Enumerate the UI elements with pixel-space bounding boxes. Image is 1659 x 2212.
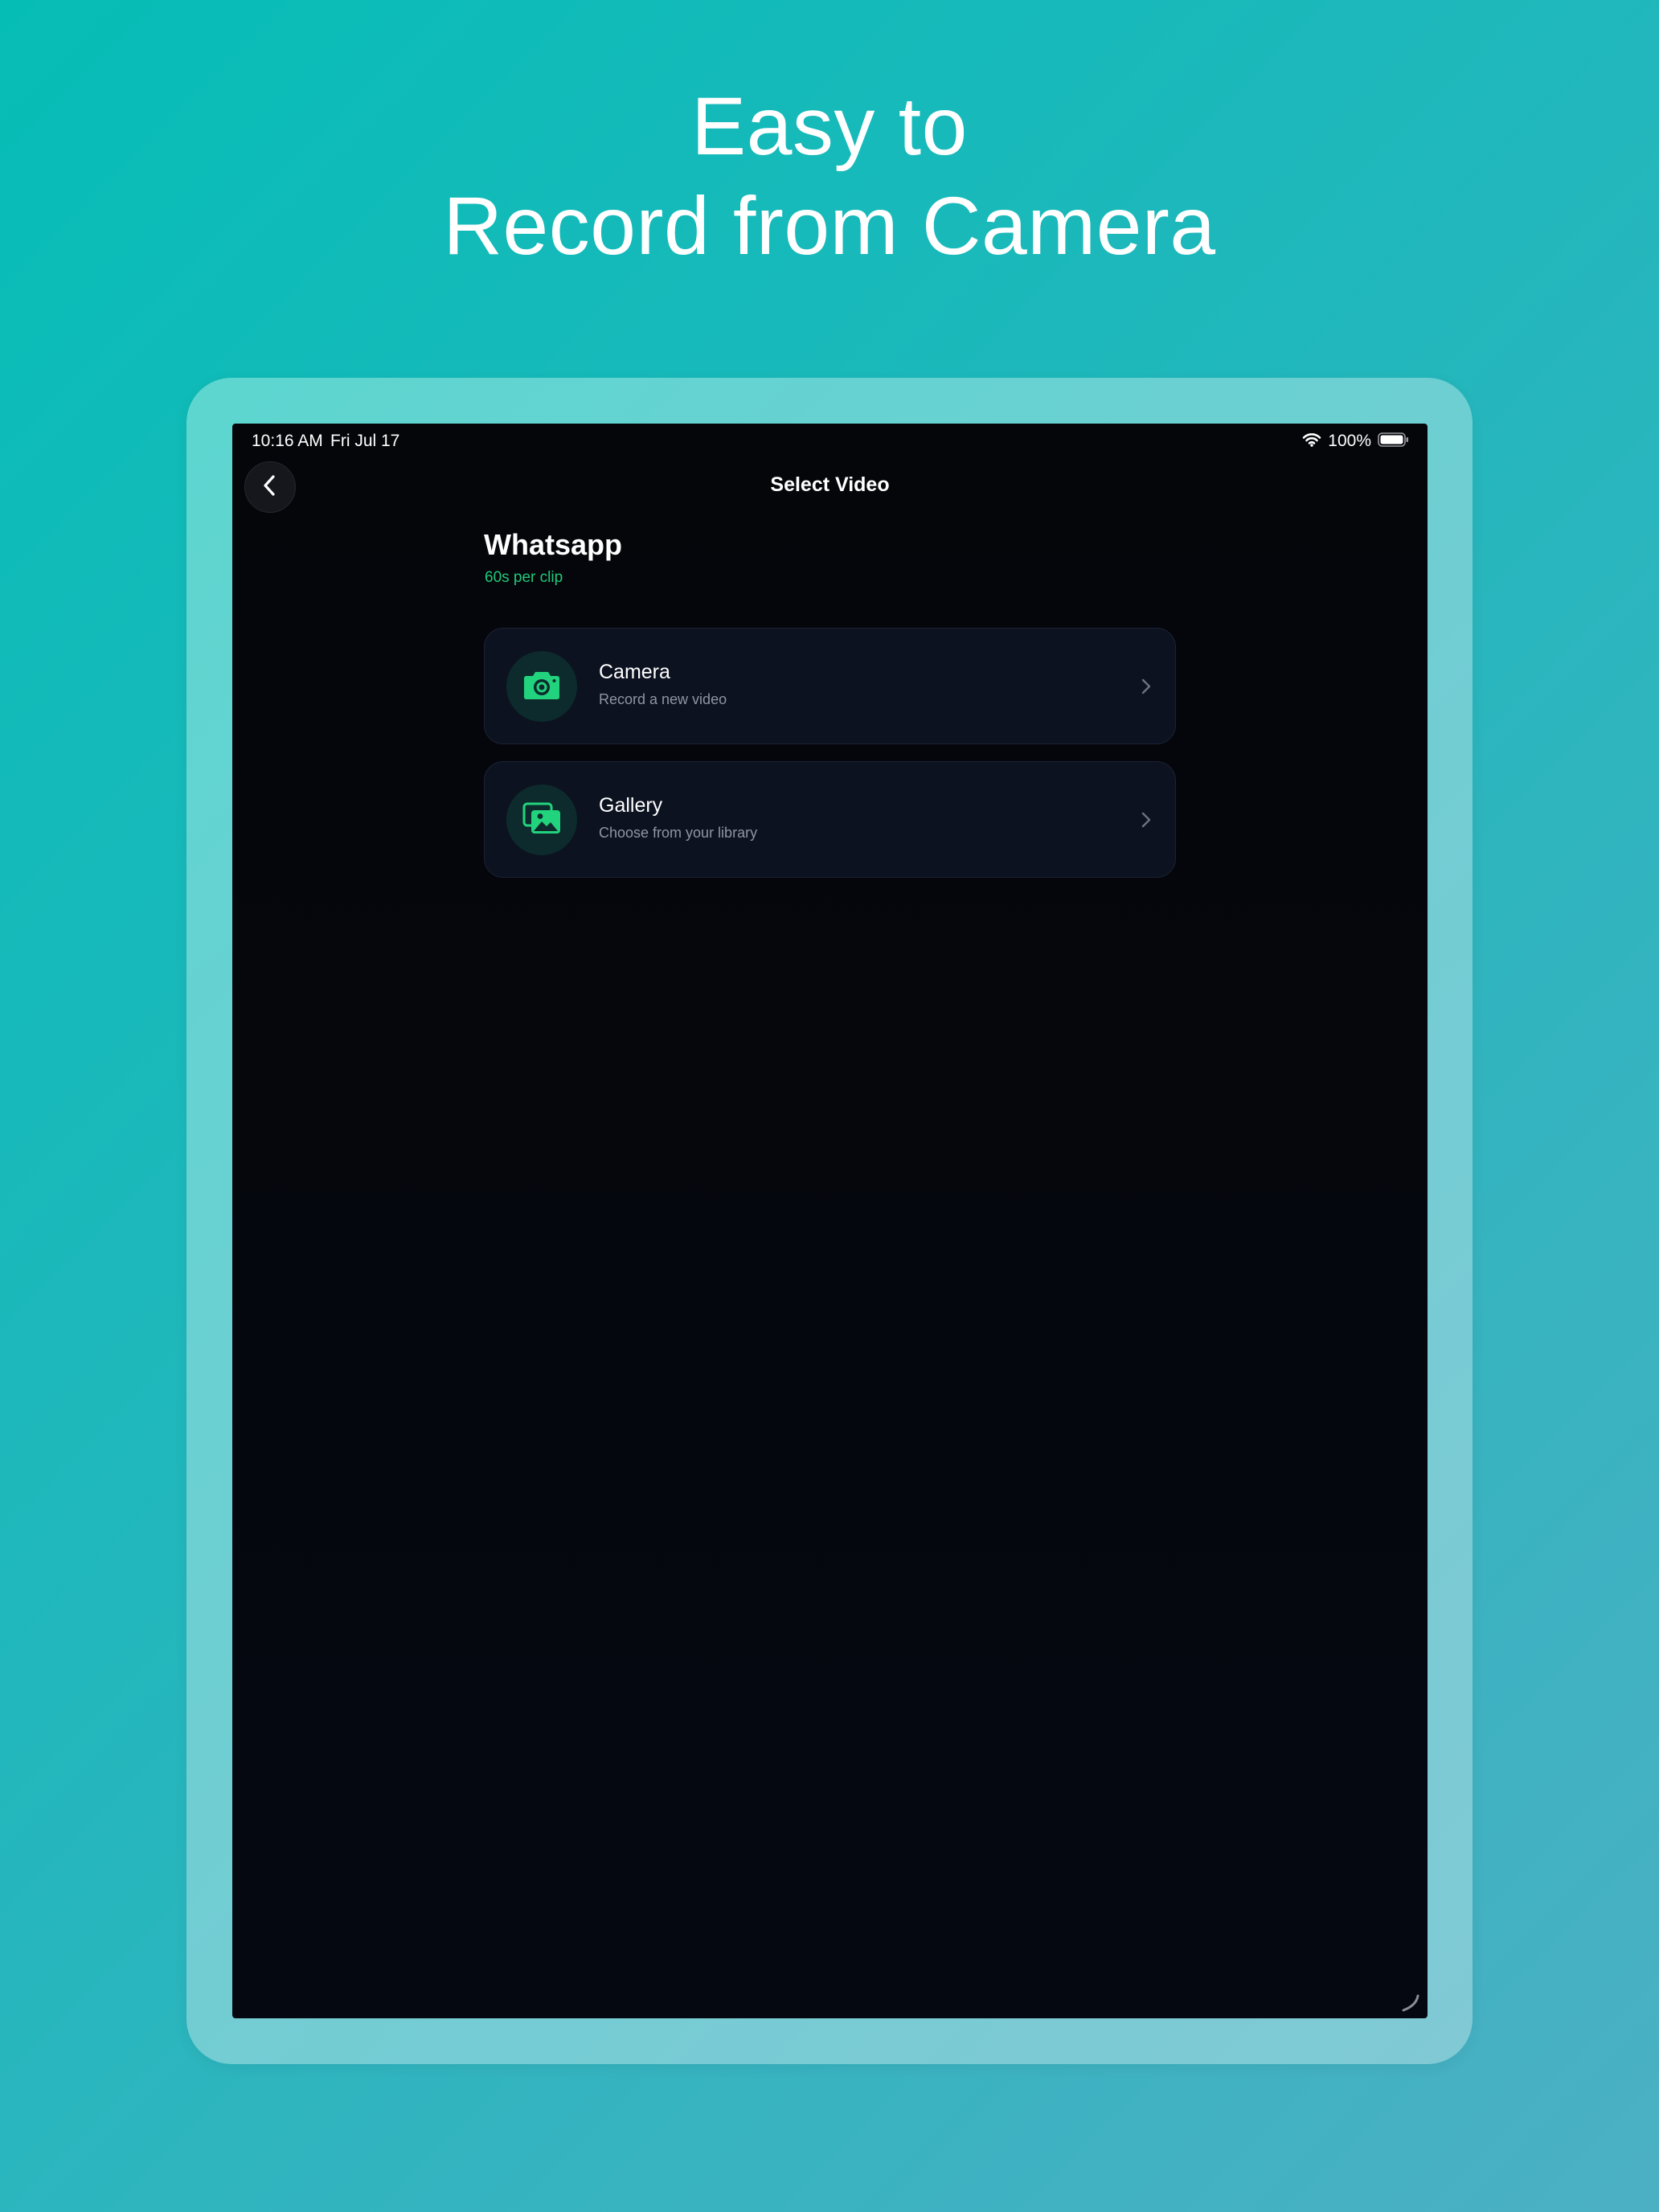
battery-percentage: 100%: [1328, 432, 1371, 450]
gallery-option-subtitle: Choose from your library: [599, 825, 758, 841]
headline-line-2: Record from Camera: [443, 180, 1216, 272]
camera-option-subtitle: Record a new video: [599, 691, 727, 707]
status-time: 10:16 AM: [252, 432, 323, 450]
status-date: Fri Jul 17: [330, 432, 400, 450]
battery-icon: [1378, 432, 1410, 452]
page-title: Select Video: [770, 473, 890, 496]
section-subtitle: 60s per clip: [485, 569, 563, 586]
section-title: Whatsapp: [484, 528, 623, 561]
camera-option-button[interactable]: Camera Record a new video: [484, 628, 1176, 744]
resize-handle-icon: [1399, 1991, 1421, 2013]
status-bar: 10:16 AM Fri Jul 17 100%: [232, 424, 1428, 459]
wifi-icon: [1302, 432, 1321, 451]
camera-icon-badge: [506, 651, 577, 722]
headline-line-1: Easy to: [691, 80, 968, 172]
camera-icon: [522, 669, 561, 705]
gallery-option-title: Gallery: [599, 794, 663, 817]
camera-option-title: Camera: [599, 661, 670, 683]
gallery-icon: [522, 801, 562, 839]
chevron-right-icon: [1137, 809, 1156, 830]
promo-headline: Easy to Record from Camera: [0, 76, 1659, 276]
chevron-right-icon: [1137, 676, 1156, 697]
status-indicators: 100%: [1302, 431, 1410, 452]
gallery-option-button[interactable]: Gallery Choose from your library: [484, 761, 1176, 878]
device-screen: 10:16 AM Fri Jul 17 100% Select Video Wh…: [232, 424, 1428, 2018]
gallery-icon-badge: [506, 784, 577, 855]
